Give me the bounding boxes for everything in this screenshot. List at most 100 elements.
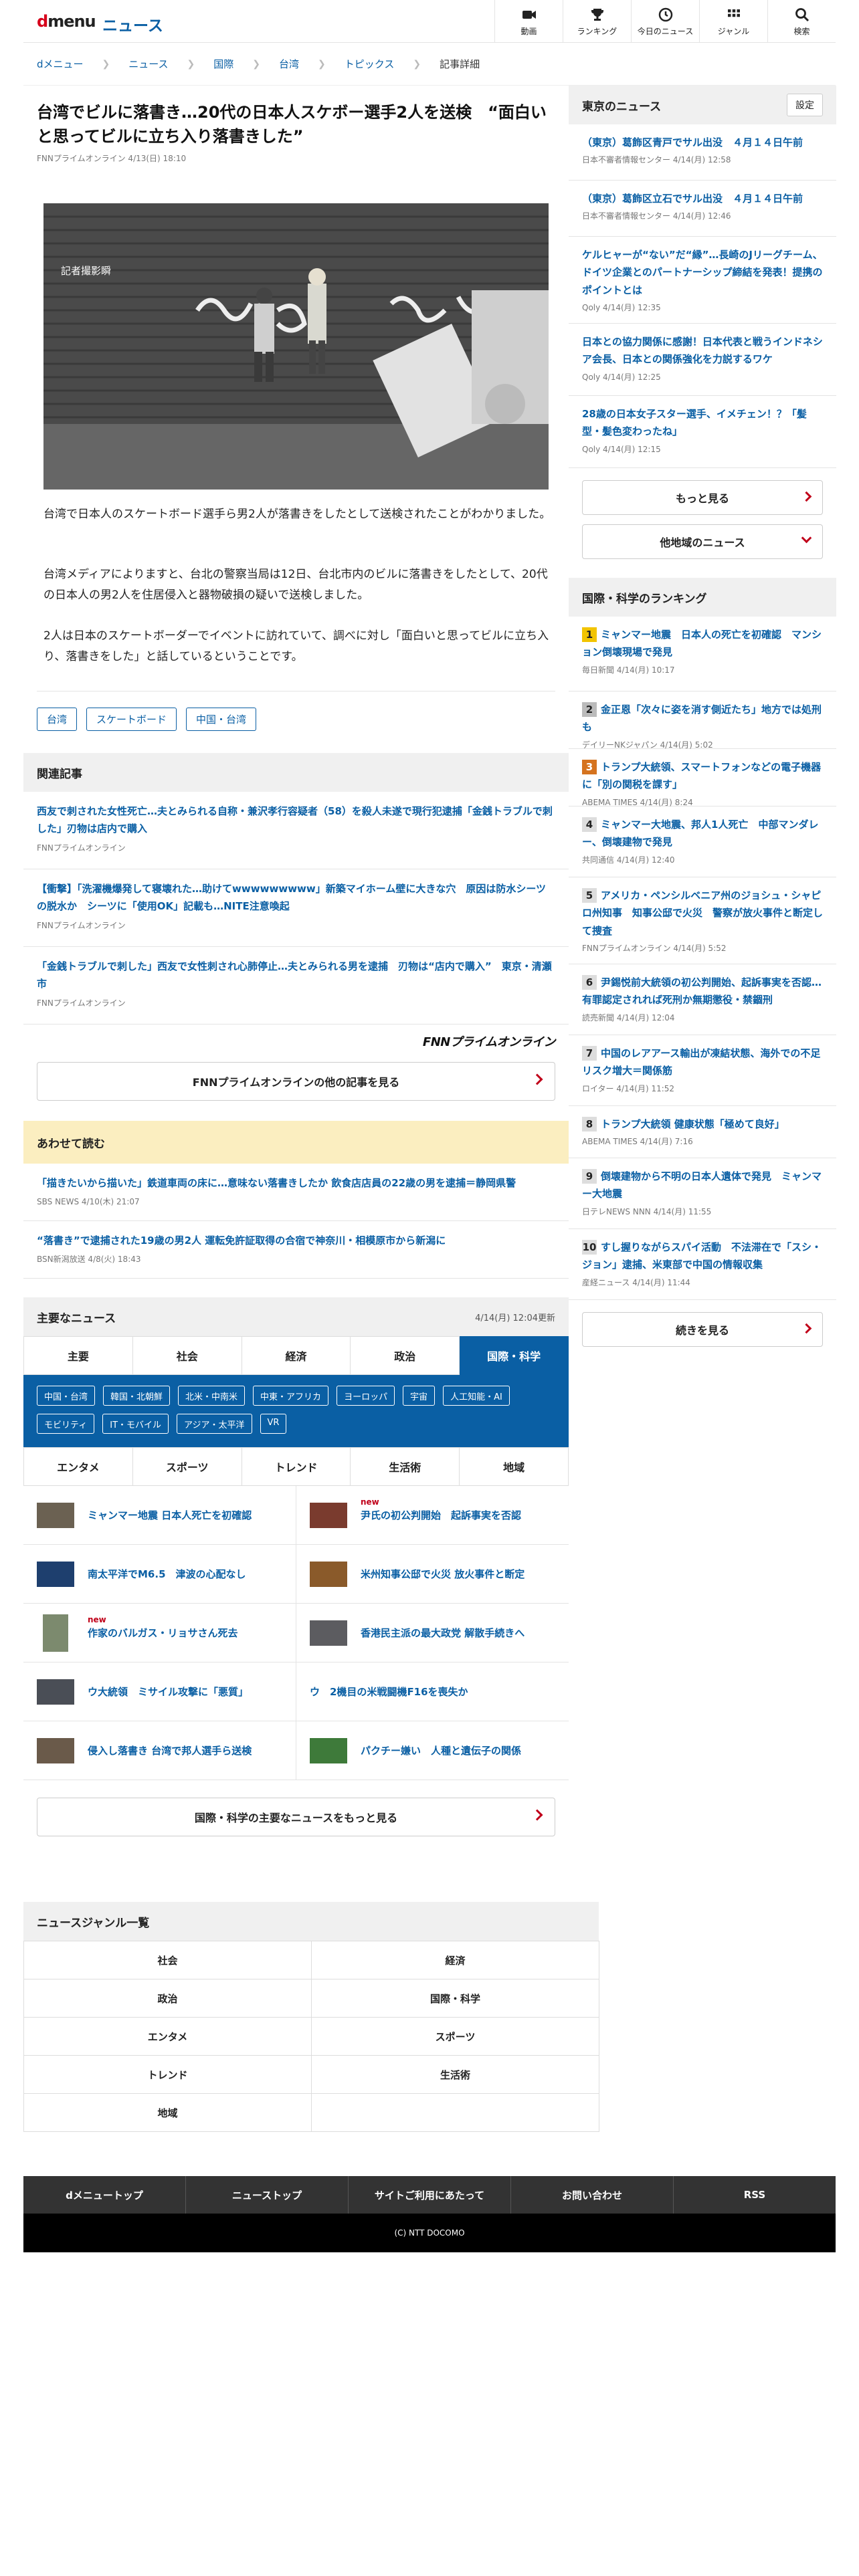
- major-news-item[interactable]: 香港民主派の最大政党 解散手続きへ: [296, 1604, 569, 1662]
- other-region-button[interactable]: 他地域のニュース: [582, 524, 823, 559]
- nav-genre[interactable]: ジャンル: [699, 0, 767, 43]
- tab-society[interactable]: 社会: [132, 1336, 242, 1375]
- breadcrumb-item[interactable]: dメニュー: [37, 57, 84, 71]
- tokyo-more-button[interactable]: もっと見る: [582, 480, 823, 515]
- tab-entertainment[interactable]: エンタメ: [23, 1447, 133, 1486]
- tokyo-news-item[interactable]: 日本との協力関係に感謝！日本代表と戦うインドネシア会長、日本との関係強化を力説す…: [569, 324, 836, 396]
- ranking-item[interactable]: 8 トランプ大統領 健康状態「極めて良好」 ABEMA TIMES 4/14(月)…: [569, 1106, 836, 1158]
- related-item[interactable]: 【衝撃】「洗濯機爆発して寝壊れた…助けてwwwwwwwww」新築マイホーム壁に大…: [23, 869, 569, 947]
- ranking-title[interactable]: 4 ミャンマー大地震、邦人1人死亡 中部マンダレー、倒壊建物で発見: [582, 816, 823, 851]
- tokyo-news-item[interactable]: ケルヒャーが“ない”だ“縁”…長崎のJリーグチーム、ドイツ企業とのパートナーシッ…: [569, 237, 836, 324]
- ranking-item[interactable]: 5 アメリカ・ペンシルベニア州のジョシュ・シャピロ州知事 知事公邸で火災 警察が放…: [569, 877, 836, 964]
- major-news-item[interactable]: 米州知事公邸で火災 放火事件と断定: [296, 1545, 569, 1604]
- related-item[interactable]: 「金銭トラブルで刺した」西友で女性刺され心肺停止…夫とみられる男を逮捕 刃物は“…: [23, 947, 569, 1025]
- subcategory-chip[interactable]: 人工知能・AI: [443, 1386, 510, 1406]
- major-news-title[interactable]: パクチー嫌い 人種と遺伝子の関係: [361, 1743, 521, 1757]
- subcategory-chip[interactable]: VR: [260, 1414, 287, 1434]
- major-news-title[interactable]: 南太平洋でM6.5 津波の心配なし: [88, 1567, 246, 1581]
- related-item[interactable]: 西友で刺された女性死亡…夫とみられる自称・兼沢孝行容疑者（58）を殺人未遂で現行…: [23, 792, 569, 869]
- tokyo-news-title[interactable]: 日本との協力関係に感謝！日本代表と戦うインドネシア会長、日本との関係強化を力説す…: [582, 333, 823, 368]
- genre-link[interactable]: トレンド: [23, 2055, 312, 2094]
- breadcrumb-item[interactable]: ニュース: [128, 57, 168, 71]
- major-news-title[interactable]: ウ 2機目の米戦闘機F16を喪失か: [310, 1685, 468, 1699]
- tab-trend[interactable]: トレンド: [242, 1447, 351, 1486]
- ranking-title[interactable]: 3 トランプ大統領、スマートフォンなどの電子機器に「別の関税を課す」: [582, 758, 823, 794]
- major-news-title[interactable]: 米州知事公邸で火災 放火事件と断定: [361, 1567, 524, 1581]
- also-read-item[interactable]: “落書き”で逮捕された19歳の男2人 運転免許証取得の合宿で神奈川・相模原市から…: [23, 1221, 569, 1279]
- tokyo-news-item[interactable]: （東京）葛飾区立石でサル出没 ４月１４日午前 日本不審者情報センター 4/14(…: [569, 181, 836, 237]
- nav-today[interactable]: 今日のニュース: [631, 0, 699, 43]
- settings-button[interactable]: 設定: [787, 94, 823, 116]
- genre-link[interactable]: 社会: [23, 1941, 312, 1979]
- genre-link[interactable]: 国際・科学: [311, 1979, 599, 2018]
- section-title[interactable]: ニュース: [102, 13, 163, 35]
- major-news-title[interactable]: 香港民主派の最大政党 解散手続きへ: [361, 1626, 524, 1640]
- subcategory-chip[interactable]: ヨーロッパ: [337, 1386, 395, 1406]
- ranking-title[interactable]: 2 金正恩「次々に姿を消す側近たち」地方では処刑も: [582, 701, 823, 736]
- subcategory-chip[interactable]: IT・モバイル: [102, 1414, 169, 1434]
- major-news-item[interactable]: ミャンマー地震 日本人死亡を初確認: [23, 1486, 296, 1545]
- breadcrumb-item[interactable]: 国際: [213, 57, 233, 71]
- also-read-title[interactable]: 「描きたいから描いた」鉄道車両の床に…意味ない落書きしたか 飲食店店員の22歳の…: [37, 1174, 555, 1192]
- tab-international-science[interactable]: 国際・科学: [460, 1336, 569, 1375]
- ranking-more-button[interactable]: 続きを見る: [582, 1312, 823, 1347]
- tag-link[interactable]: スケートボード: [86, 708, 177, 731]
- ranking-title[interactable]: 9 倒壊建物から不明の日本人遺体で発見 ミャンマー大地震: [582, 1168, 823, 1203]
- ranking-title[interactable]: 1 ミャンマー地震 日本人の死亡を初確認 マンション倒壊現場で発見: [582, 626, 823, 661]
- ranking-item[interactable]: 4 ミャンマー大地震、邦人1人死亡 中部マンダレー、倒壊建物で発見 共同通信 4/…: [569, 807, 836, 877]
- related-title[interactable]: 西友で刺された女性死亡…夫とみられる自称・兼沢孝行容疑者（58）を殺人未遂で現行…: [37, 802, 555, 838]
- ranking-item[interactable]: 1 ミャンマー地震 日本人の死亡を初確認 マンション倒壊現場で発見 毎日新聞 4/…: [569, 617, 836, 691]
- more-articles-button[interactable]: FNNプライムオンラインの他の記事を見る: [37, 1062, 555, 1101]
- genre-link[interactable]: 地域: [23, 2093, 312, 2132]
- subcategory-chip[interactable]: アジア・太平洋: [177, 1414, 252, 1434]
- tokyo-news-title[interactable]: （東京）葛飾区青戸でサル出没 ４月１４日午前: [582, 134, 823, 151]
- ranking-item[interactable]: 2 金正恩「次々に姿を消す側近たち」地方では処刑も デイリーNKジャパン 4/14…: [569, 691, 836, 750]
- major-news-item[interactable]: new 作家のバルガス・リョサさん死去: [23, 1604, 296, 1662]
- ranking-item[interactable]: 7 中国のレアアース輸出が凍結状態、海外での不足リスク増大＝関係筋 ロイター 4/…: [569, 1035, 836, 1106]
- tokyo-news-item[interactable]: 28歳の日本女子スター選手、イメチェン！？「髪型・髪色変わったね」 Qoly 4…: [569, 396, 836, 468]
- subcategory-chip[interactable]: 韓国・北朝鮮: [103, 1386, 171, 1406]
- nav-search[interactable]: 検索: [767, 0, 836, 43]
- genre-link[interactable]: 生活術: [311, 2055, 599, 2094]
- dmenu-logo[interactable]: dmenu: [37, 12, 96, 31]
- footer-link-terms[interactable]: サイトご利用にあたって: [349, 2176, 511, 2214]
- ranking-item[interactable]: 9 倒壊建物から不明の日本人遺体で発見 ミャンマー大地震 日テレNEWS NNN …: [569, 1158, 836, 1229]
- major-news-title[interactable]: ミャンマー地震 日本人死亡を初確認: [88, 1508, 252, 1522]
- related-title[interactable]: 「金銭トラブルで刺した」西友で女性刺され心肺停止…夫とみられる男を逮捕 刃物は“…: [37, 958, 555, 993]
- ranking-title[interactable]: 7 中国のレアアース輸出が凍結状態、海外での不足リスク増大＝関係筋: [582, 1045, 823, 1080]
- subcategory-chip[interactable]: 宇宙: [403, 1386, 436, 1406]
- genre-link[interactable]: スポーツ: [311, 2017, 599, 2056]
- article-image[interactable]: 記者撮影瞬: [43, 203, 549, 490]
- subcategory-chip[interactable]: モビリティ: [37, 1414, 95, 1434]
- major-news-item[interactable]: ウ大統領 ミサイル攻撃に「悪質」: [23, 1662, 296, 1721]
- tab-main[interactable]: 主要: [23, 1336, 133, 1375]
- subcategory-chip[interactable]: 北米・中南米: [178, 1386, 246, 1406]
- also-read-title[interactable]: “落書き”で逮捕された19歳の男2人 運転免許証取得の合宿で神奈川・相模原市から…: [37, 1232, 555, 1249]
- nav-video[interactable]: 動画: [494, 0, 563, 43]
- tab-lifestyle[interactable]: 生活術: [351, 1447, 460, 1486]
- ranking-title[interactable]: 10 すし握りながらスパイ活動 不法滞在で「スシ・ジョン」逮捕、米東部で中国の情報…: [582, 1239, 823, 1274]
- tokyo-news-title[interactable]: ケルヒャーが“ない”だ“縁”…長崎のJリーグチーム、ドイツ企業とのパートナーシッ…: [582, 246, 823, 299]
- major-news-title[interactable]: new 尹氏の初公判開始 起訴事実を否認: [361, 1497, 521, 1522]
- ranking-title[interactable]: 5 アメリカ・ペンシルベニア州のジョシュ・シャピロ州知事 知事公邸で火災 警察が放…: [582, 887, 823, 940]
- ranking-item[interactable]: 10 すし握りながらスパイ活動 不法滞在で「スシ・ジョン」逮捕、米東部で中国の情報…: [569, 1229, 836, 1300]
- tokyo-news-title[interactable]: 28歳の日本女子スター選手、イメチェン！？「髪型・髪色変わったね」: [582, 405, 823, 441]
- major-news-item[interactable]: 侵入し落書き 台湾で邦人選手ら送検: [23, 1721, 296, 1780]
- major-news-item[interactable]: ウ 2機目の米戦闘機F16を喪失か: [296, 1662, 569, 1721]
- ranking-item[interactable]: 3 トランプ大統領、スマートフォンなどの電子機器に「別の関税を課す」 ABEMA …: [569, 749, 836, 807]
- tag-link[interactable]: 台湾: [37, 708, 78, 731]
- footer-link-news-top[interactable]: ニューストップ: [186, 2176, 349, 2214]
- ranking-title[interactable]: 8 トランプ大統領 健康状態「極めて良好」: [582, 1115, 823, 1133]
- major-news-title[interactable]: 侵入し落書き 台湾で邦人選手ら送検: [88, 1743, 252, 1757]
- genre-link[interactable]: 経済: [311, 1941, 599, 1979]
- ranking-title[interactable]: 6 尹錫悦前大統領の初公判開始、起訴事実を否認…有罪認定されれば死刑か無期懲役・禁…: [582, 974, 823, 1009]
- tokyo-news-item[interactable]: （東京）葛飾区青戸でサル出没 ４月１４日午前 日本不審者情報センター 4/14(…: [569, 124, 836, 181]
- major-news-item[interactable]: パクチー嫌い 人種と遺伝子の関係: [296, 1721, 569, 1780]
- breadcrumb-item[interactable]: トピックス: [345, 57, 395, 71]
- tab-politics[interactable]: 政治: [351, 1336, 460, 1375]
- major-news-title[interactable]: ウ大統領 ミサイル攻撃に「悪質」: [88, 1685, 248, 1699]
- ranking-item[interactable]: 6 尹錫悦前大統領の初公判開始、起訴事実を否認…有罪認定されれば死刑か無期懲役・禁…: [569, 964, 836, 1035]
- genre-link[interactable]: エンタメ: [23, 2017, 312, 2056]
- tab-sports[interactable]: スポーツ: [132, 1447, 242, 1486]
- breadcrumb-item[interactable]: 台湾: [279, 57, 299, 71]
